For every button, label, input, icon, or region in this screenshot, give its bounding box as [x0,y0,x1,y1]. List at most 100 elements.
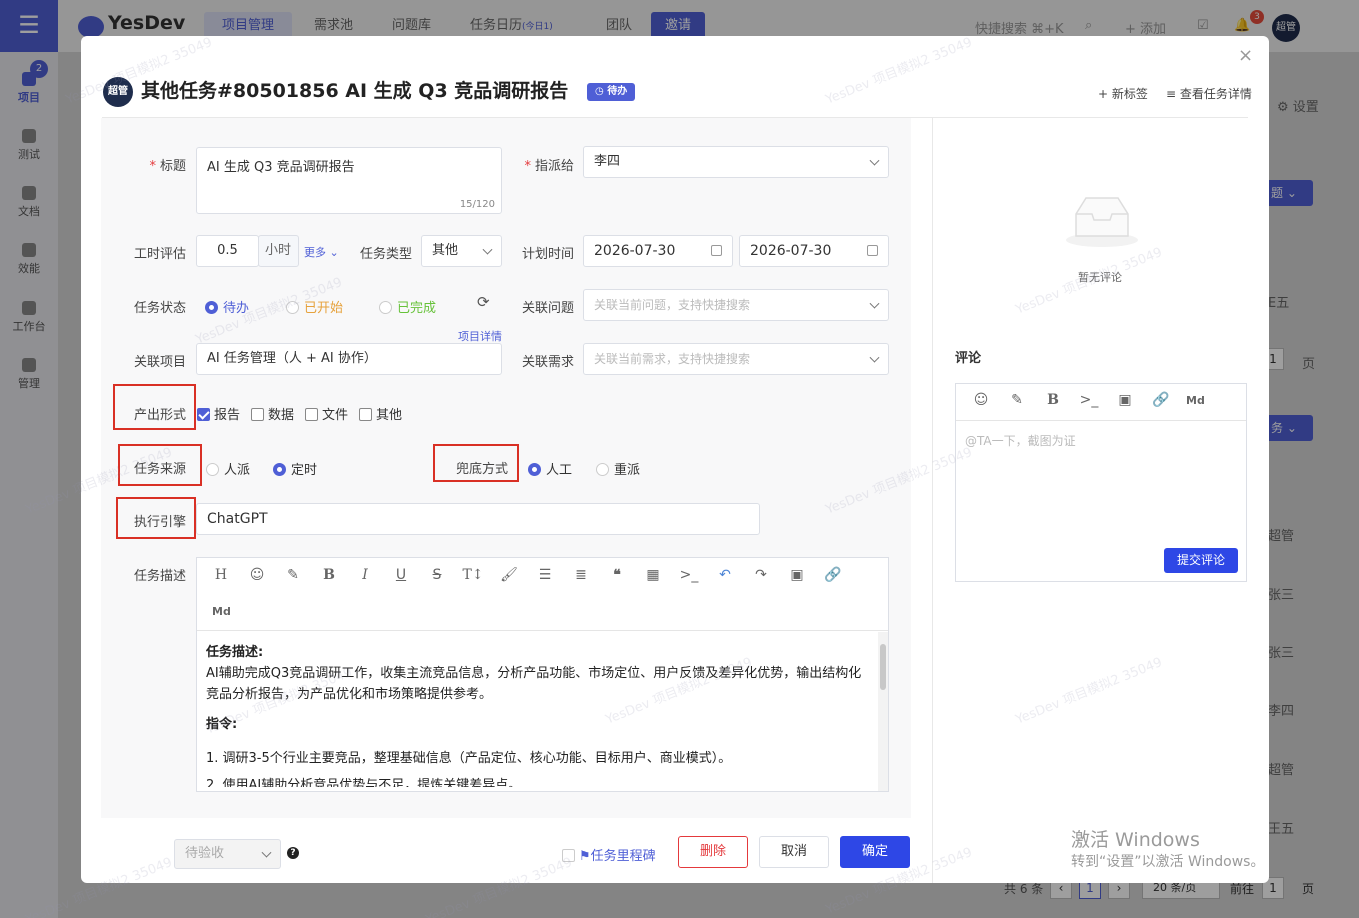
status-radio-label: 已完成 [397,301,437,316]
strikethrough-icon[interactable]: S [426,567,448,583]
image-icon[interactable]: ▣ [786,567,808,583]
output-label: 产出形式 [133,408,186,423]
modal-title[interactable]: 其他任务#80501856 AI 生成 Q3 竞品调研报告 [141,76,568,103]
heading-icon[interactable]: H [210,567,232,583]
list-icon: ≡ [1166,87,1177,101]
plan-label: 计划时间 [521,247,574,262]
pending-accept-select[interactable]: 待验收 [174,839,281,869]
pen-icon[interactable]: ✎ [282,567,304,583]
type-select[interactable]: 其他 [421,235,502,267]
scrollbar-thumb[interactable] [880,644,886,690]
project-input[interactable]: AI 任务管理（人 + AI 协作） [196,343,502,375]
cancel-button[interactable]: 取消 [759,836,829,868]
windows-activate-text: 转到“设置”以激活 Windows。 [1071,854,1265,870]
source-radio-label: 定时 [291,463,318,478]
delete-button[interactable]: 删除 [678,836,748,868]
code-icon[interactable]: >_ [1078,392,1100,408]
desc-editor[interactable]: H ☺ ✎ B I U S T↕ 🖌 ☰ ≣ ❝ ▦ >_ ↶ ↷ ▣ 🔗 Md 任务描述: AI辅助完成Q3竞品… [196,557,889,792]
image-icon[interactable]: ▣ [1114,392,1136,408]
fallback-radio-label: 重派 [614,463,641,478]
column-divider [932,118,933,883]
chevron-down-icon [869,155,880,166]
assignee-select[interactable]: 李四 [583,146,889,178]
fallback-radio-label: 人工 [546,463,573,478]
plan-start-value: 2026-07-30 [594,243,676,259]
title-label-text: 标题 [159,159,186,174]
comment-toolbar: ☺ ✎ B >_ ▣ 🔗 Md [956,384,1246,421]
align-icon[interactable]: ≣ [570,567,592,583]
list-icon[interactable]: ☰ [534,567,556,583]
markdown-button[interactable]: Md [1186,394,1205,407]
editor-scrollbar[interactable] [878,632,888,791]
title-counter: 15/120 [459,199,495,210]
underline-icon[interactable]: U [390,567,412,583]
project-label: 关联项目 [133,355,186,370]
type-label: 任务类型 [359,247,412,262]
plan-start-date[interactable]: 2026-07-30 [583,235,733,267]
checkbox-icon [251,408,264,421]
req-placeholder: 关联当前需求，支持快捷搜索 [594,352,751,366]
emoji-icon[interactable]: ☺ [970,392,992,408]
source-radio-manual[interactable]: 人派 [206,459,250,478]
output-option-report[interactable]: 报告 [197,404,240,423]
radio-icon [206,463,219,476]
checkbox-icon [359,408,372,421]
output-option-label: 其他 [376,408,403,423]
plan-end-date[interactable]: 2026-07-30 [739,235,889,267]
editor-content[interactable]: 任务描述: AI辅助完成Q3竞品调研工作，收集主流竞品信息，分析产品功能、市场定… [206,642,866,787]
fallback-radio-human[interactable]: 人工 [528,459,572,478]
brush-icon[interactable]: 🖌 [498,567,520,583]
table-icon[interactable]: ▦ [642,567,664,583]
help-icon[interactable]: ? [287,847,299,859]
checkbox-icon [305,408,318,421]
link-icon[interactable]: 🔗 [1150,392,1172,408]
fallback-label: 兜底方式 [455,462,508,477]
issue-select[interactable]: 关联当前问题，支持快捷搜索 [583,289,889,321]
engine-input[interactable]: ChatGPT [196,503,760,535]
code-icon[interactable]: >_ [678,567,700,583]
status-radio-done[interactable]: 已完成 [379,297,436,316]
pen-icon[interactable]: ✎ [1006,392,1028,408]
confirm-button[interactable]: 确定 [840,836,910,868]
windows-activate-title: 激活 Windows [1071,829,1200,851]
output-option-data[interactable]: 数据 [251,404,294,423]
hours-input[interactable]: 0.5 [196,235,259,267]
bold-icon[interactable]: B [1042,392,1064,408]
assignee-label-text: 指派给 [534,159,574,174]
source-radio-scheduled[interactable]: 定时 [273,459,317,478]
more-link[interactable]: 更多 ⌄ [304,244,339,260]
text-size-icon[interactable]: T↕ [462,567,484,583]
hours-unit: 小时 [258,235,299,267]
comment-editor[interactable]: ☺ ✎ B >_ ▣ 🔗 Md @TA一下，截图为证 提交评论 [955,383,1247,582]
req-select[interactable]: 关联当前需求，支持快捷搜索 [583,343,889,375]
project-detail-link[interactable]: 项目详情 [458,328,502,344]
bold-icon[interactable]: B [318,567,340,583]
output-option-file[interactable]: 文件 [305,404,348,423]
checkbox-icon [197,408,210,421]
link-icon[interactable]: 🔗 [822,567,844,583]
new-tag-button[interactable]: + 新标签 [1098,85,1148,102]
view-detail-button[interactable]: ≡ 查看任务详情 [1166,85,1252,102]
refresh-icon[interactable]: ⟳ [477,293,490,311]
type-value: 其他 [432,243,459,258]
status-badge[interactable]: ◷ 待办 [587,83,636,101]
quote-icon[interactable]: ❝ [606,567,628,583]
title-label: * 标题 [149,159,186,174]
submit-comment-button[interactable]: 提交评论 [1164,548,1238,573]
redo-icon[interactable]: ↷ [750,567,772,583]
calendar-icon [711,245,722,256]
italic-icon[interactable]: I [354,567,376,583]
milestone-checkbox[interactable]: ⚑任务里程碑 [562,845,656,864]
title-input[interactable]: AI 生成 Q3 竞品调研报告 15/120 [196,147,502,214]
status-badge-label: 待办 [607,86,628,97]
fallback-radio-reassign[interactable]: 重派 [596,459,640,478]
close-icon[interactable]: × [1238,45,1253,66]
undo-icon[interactable]: ↶ [714,567,736,583]
radio-icon [528,463,541,476]
output-option-label: 文件 [322,408,349,423]
output-option-other[interactable]: 其他 [359,404,402,423]
flag-icon: ⚑ [579,849,591,864]
radio-icon [596,463,609,476]
emoji-icon[interactable]: ☺ [246,567,268,583]
markdown-button[interactable]: Md [212,605,231,618]
